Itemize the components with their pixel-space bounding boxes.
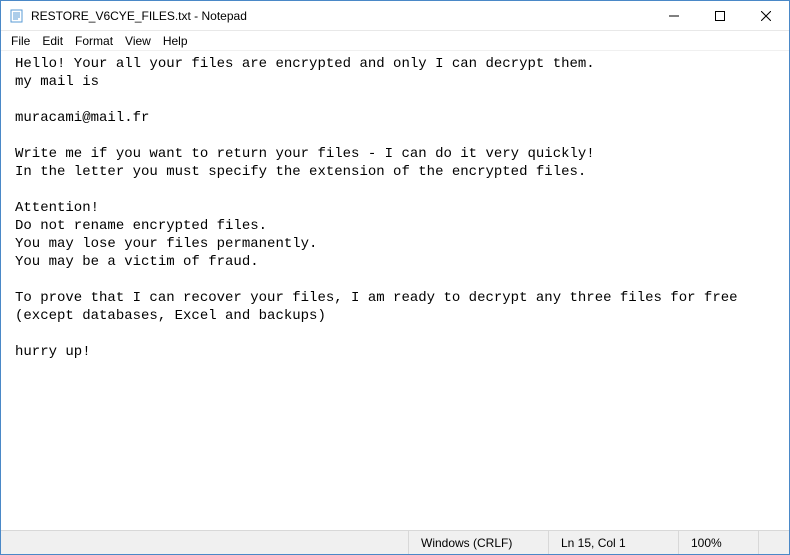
text-line: You may lose your files permanently. bbox=[15, 235, 775, 253]
window-controls bbox=[651, 1, 789, 30]
notepad-app-icon bbox=[9, 8, 25, 24]
text-line bbox=[15, 127, 775, 145]
statusbar: Windows (CRLF) Ln 15, Col 1 100% bbox=[1, 530, 789, 554]
status-zoom: 100% bbox=[679, 531, 759, 554]
status-encoding: Windows (CRLF) bbox=[409, 531, 549, 554]
maximize-button[interactable] bbox=[697, 1, 743, 31]
menu-view[interactable]: View bbox=[119, 33, 157, 49]
status-position: Ln 15, Col 1 bbox=[549, 531, 679, 554]
text-line: Hello! Your all your files are encrypted… bbox=[15, 55, 775, 73]
text-line bbox=[15, 91, 775, 109]
close-button[interactable] bbox=[743, 1, 789, 31]
text-line: To prove that I can recover your files, … bbox=[15, 289, 775, 307]
menu-help[interactable]: Help bbox=[157, 33, 194, 49]
menu-file[interactable]: File bbox=[5, 33, 36, 49]
text-line bbox=[15, 181, 775, 199]
text-line: hurry up! bbox=[15, 343, 775, 361]
statusbar-tail bbox=[759, 531, 789, 554]
text-editor[interactable]: Hello! Your all your files are encrypted… bbox=[1, 51, 789, 530]
titlebar: RESTORE_V6CYE_FILES.txt - Notepad bbox=[1, 1, 789, 31]
menubar: File Edit Format View Help bbox=[1, 31, 789, 51]
menu-edit[interactable]: Edit bbox=[36, 33, 69, 49]
text-line: Attention! bbox=[15, 199, 775, 217]
text-line: In the letter you must specify the exten… bbox=[15, 163, 775, 181]
text-line bbox=[15, 325, 775, 343]
text-line: Write me if you want to return your file… bbox=[15, 145, 775, 163]
notepad-window: RESTORE_V6CYE_FILES.txt - Notepad File E… bbox=[0, 0, 790, 555]
text-line: my mail is bbox=[15, 73, 775, 91]
menu-format[interactable]: Format bbox=[69, 33, 119, 49]
text-line: (except databases, Excel and backups) bbox=[15, 307, 775, 325]
window-title: RESTORE_V6CYE_FILES.txt - Notepad bbox=[31, 9, 651, 23]
text-line bbox=[15, 271, 775, 289]
minimize-button[interactable] bbox=[651, 1, 697, 31]
text-line: Do not rename encrypted files. bbox=[15, 217, 775, 235]
statusbar-spacer bbox=[1, 531, 409, 554]
text-line: You may be a victim of fraud. bbox=[15, 253, 775, 271]
text-line: muracami@mail.fr bbox=[15, 109, 775, 127]
